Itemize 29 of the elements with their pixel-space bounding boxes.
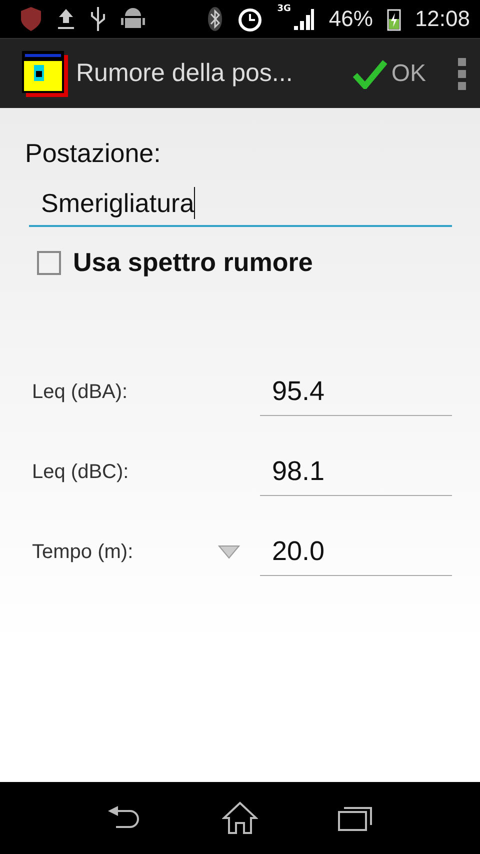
overflow-menu-icon[interactable] [458,58,466,90]
home-button[interactable] [222,801,258,835]
bluetooth-icon [207,6,224,32]
alarm-clock-icon [237,6,264,32]
measure-label: Leq (dBA): [31,380,129,404]
dropdown-icon[interactable] [218,545,240,559]
measure-field[interactable]: 95.4 [260,368,452,416]
ok-button[interactable]: OK [349,54,430,92]
signal-icon [292,7,315,31]
app-icon [22,50,68,96]
shield-icon [20,6,42,32]
battery-charging-icon [386,7,401,31]
measure-label: Tempo (m): [31,540,134,564]
screen-title: Rumore della pos... [76,59,294,88]
spectrum-checkbox[interactable] [37,250,61,274]
battery-percent: 46% [328,6,373,32]
measure-field[interactable]: 20.0 [260,528,452,576]
checkmark-icon [353,58,388,88]
measure-field[interactable]: 98.1 [260,448,452,496]
network-type: 3G [277,4,291,14]
field-label: Postazione: [25,138,162,169]
upload-icon [56,7,76,31]
usb-icon [90,6,106,32]
back-button[interactable] [106,805,142,831]
checkbox-label: Usa spettro rumore [73,247,313,278]
clock-time: 12:08 [414,6,470,32]
measure-label: Leq (dBC): [31,460,130,484]
station-field[interactable]: Smerigliatura [29,181,452,227]
recent-apps-button[interactable] [338,804,374,832]
